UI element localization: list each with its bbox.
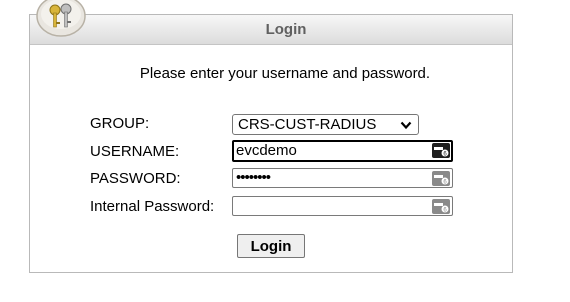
password-value: •••••••• <box>236 169 271 186</box>
group-label: GROUP: <box>90 115 150 132</box>
password-manager-key-icon[interactable]: 6 <box>432 143 450 158</box>
username-label: USERNAME: <box>90 143 180 160</box>
username-field[interactable]: evcdemo 6 <box>232 140 453 162</box>
password-manager-key-icon[interactable]: 6 <box>432 171 450 186</box>
keys-icon <box>36 0 86 37</box>
chevron-down-icon <box>400 121 412 130</box>
internal-password-field[interactable]: 6 <box>232 196 453 216</box>
window-title: Login <box>265 21 307 38</box>
title-bar: Login <box>30 15 512 45</box>
login-button[interactable]: Login <box>237 234 305 258</box>
instruction-text: Please enter your username and password. <box>139 65 431 82</box>
group-selected-value: CRS-CUST-RADIUS <box>238 116 377 133</box>
username-value: evcdemo <box>236 142 297 159</box>
password-field[interactable]: •••••••• 6 <box>232 168 453 188</box>
password-label: PASSWORD: <box>90 170 181 187</box>
password-manager-key-icon[interactable]: 6 <box>432 199 450 214</box>
internal-password-label: Internal Password: <box>90 198 215 215</box>
group-select[interactable]: CRS-CUST-RADIUS <box>232 114 419 135</box>
